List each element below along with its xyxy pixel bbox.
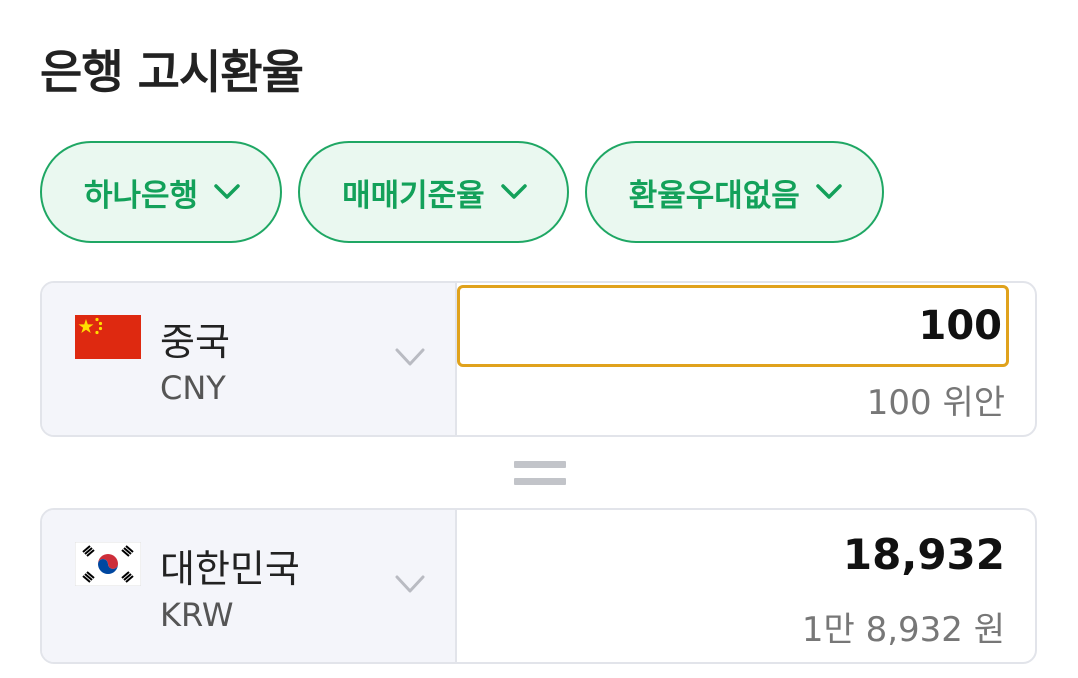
china-flag-icon bbox=[75, 315, 141, 359]
chevron-down-icon bbox=[499, 177, 529, 207]
bank-select-label: 하나은행 bbox=[84, 177, 199, 214]
exchange-rate-widget: 은행 고시환율 하나은행 매매기준율 환율우대없음 중국 CNY 100 100… bbox=[0, 0, 1078, 678]
rate-type-select-label: 매매기준율 bbox=[342, 177, 485, 214]
chevron-down-icon bbox=[814, 177, 844, 207]
from-amount-input[interactable] bbox=[457, 285, 1009, 367]
from-amount-in-words: 100 위안 bbox=[866, 383, 1005, 423]
to-amount-in-words: 1만 8,932 원 bbox=[801, 610, 1005, 650]
preferential-rate-select-chip[interactable]: 환율우대없음 bbox=[584, 141, 884, 243]
filter-bar: 하나은행 매매기준율 환율우대없음 bbox=[40, 141, 884, 243]
to-currency-card: 대한민국 KRW 18,932 1만 8,932 원 bbox=[40, 508, 1037, 664]
to-country-name: 대한민국 bbox=[160, 547, 300, 591]
chevron-down-icon bbox=[395, 575, 425, 593]
rate-type-select-chip[interactable]: 매매기준율 bbox=[298, 141, 569, 243]
preferential-rate-select-label: 환율우대없음 bbox=[628, 177, 800, 214]
to-currency-select[interactable]: 대한민국 KRW bbox=[42, 510, 457, 662]
equals-icon bbox=[514, 459, 566, 487]
to-amount-value[interactable]: 18,932 bbox=[843, 530, 1005, 579]
from-currency-select[interactable]: 중국 CNY bbox=[42, 283, 457, 435]
to-currency-code: KRW bbox=[160, 596, 234, 634]
bank-select-chip[interactable]: 하나은행 bbox=[40, 141, 283, 243]
korea-flag-icon bbox=[75, 542, 141, 586]
from-currency-card: 중국 CNY 100 위안 bbox=[40, 281, 1037, 437]
from-currency-code: CNY bbox=[160, 369, 226, 407]
chevron-down-icon bbox=[395, 348, 425, 366]
page-title: 은행 고시환율 bbox=[40, 45, 304, 99]
chevron-down-icon bbox=[212, 177, 242, 207]
from-country-name: 중국 bbox=[160, 320, 230, 364]
